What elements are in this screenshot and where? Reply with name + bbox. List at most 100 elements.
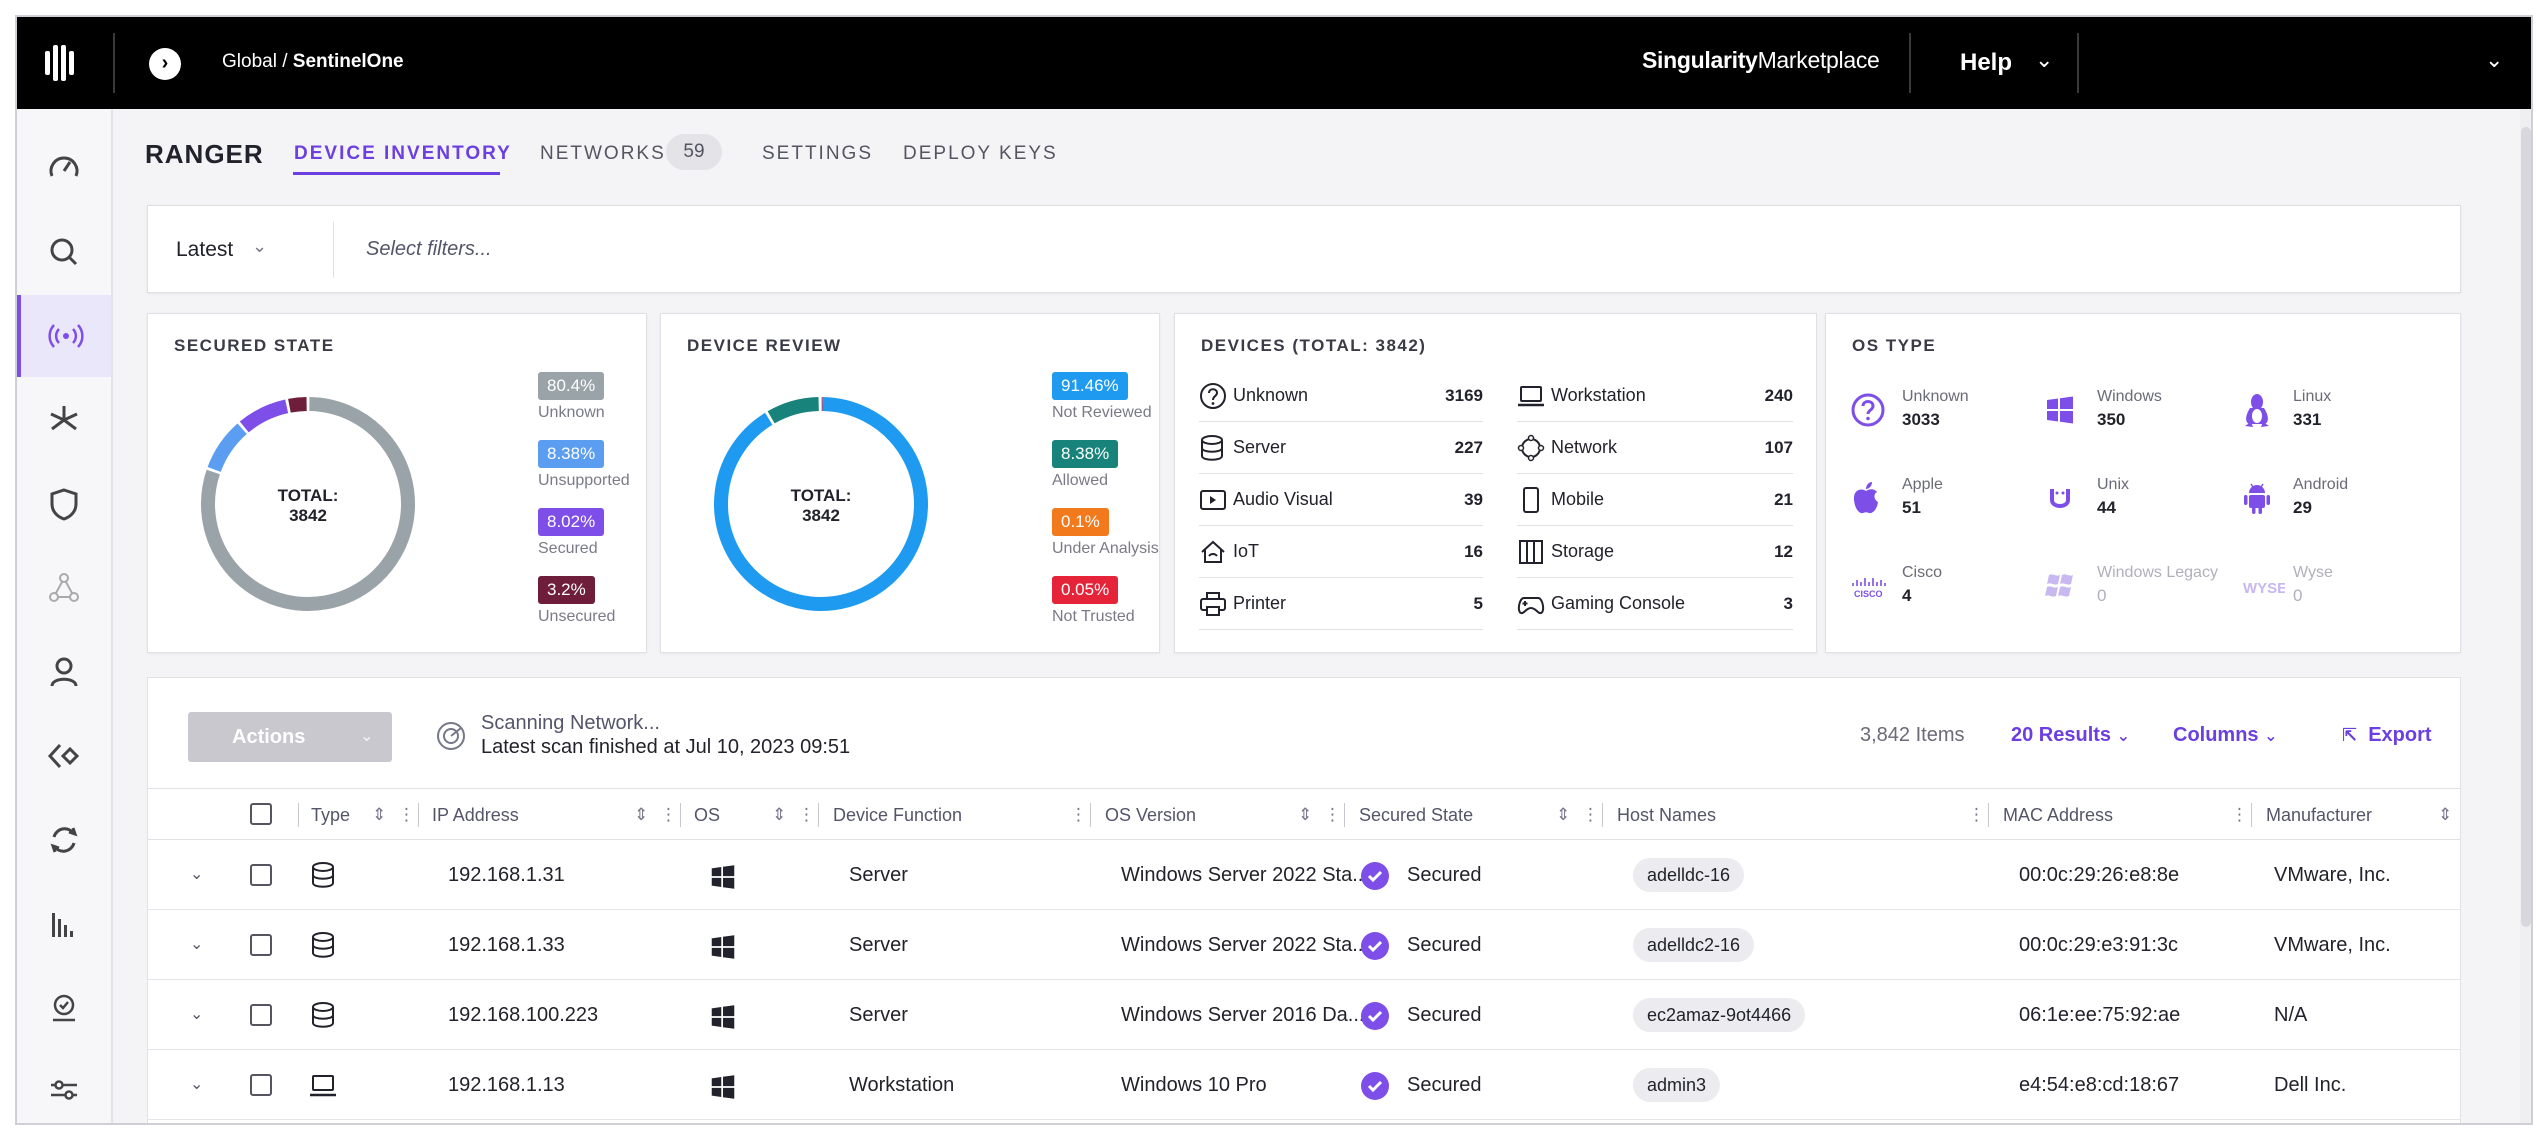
column-menu-icon[interactable]: ⋮: [1968, 789, 1985, 841]
column-menu-icon[interactable]: ⋮: [798, 789, 815, 841]
sort-icon[interactable]: ⇕: [634, 789, 648, 841]
column-header-secured-state[interactable]: Secured State: [1359, 789, 1473, 841]
column-menu-icon[interactable]: ⋮: [2231, 789, 2248, 841]
sort-icon[interactable]: ⇕: [2438, 789, 2452, 841]
host-name-badge[interactable]: adelldc2-16: [1633, 928, 1755, 962]
sidebar-item-reports[interactable]: [17, 883, 111, 965]
column-menu-icon[interactable]: ⋮: [1070, 789, 1087, 841]
donut-segment-allowed[interactable]: [767, 397, 820, 424]
device-type-storage[interactable]: Storage 12: [1517, 526, 1793, 578]
tab-networks[interactable]: NETWORKS: [540, 143, 666, 165]
sidebar-item-identity[interactable]: [17, 631, 111, 713]
legend-under-analysis[interactable]: 0.1% Under Analysis: [1052, 508, 1159, 558]
sidebar-item-ranger[interactable]: [17, 295, 111, 377]
chevron-down-icon[interactable]: ⌄: [190, 980, 203, 1050]
results-per-page-dropdown[interactable]: 20 Results ⌄: [2011, 724, 2130, 747]
device-type-audio-visual[interactable]: Audio Visual 39: [1199, 474, 1483, 526]
tab-settings[interactable]: SETTINGS: [762, 143, 873, 165]
sort-icon[interactable]: ⇕: [1298, 789, 1312, 841]
chevron-down-icon[interactable]: ⌄: [190, 910, 203, 980]
chevron-down-icon[interactable]: ⌄: [190, 840, 203, 910]
os-android[interactable]: Android 29: [2241, 474, 2348, 522]
columns-dropdown[interactable]: Columns ⌄: [2173, 724, 2278, 747]
row-checkbox[interactable]: [250, 1004, 272, 1026]
device-type-network[interactable]: Network 107: [1517, 422, 1793, 474]
os-linux[interactable]: Linux 331: [2241, 386, 2331, 434]
legend-unsecured[interactable]: 3.2% Unsecured: [538, 576, 615, 626]
os-cisco[interactable]: CISCO Cisco 4: [1850, 562, 1942, 610]
chevron-down-icon[interactable]: ⌄: [252, 236, 267, 257]
breadcrumb-scope[interactable]: Global: [222, 51, 277, 72]
os-windows[interactable]: Windows 350: [2045, 386, 2162, 434]
sidebar-item-sync[interactable]: [17, 799, 111, 881]
sidebar-item-integrations[interactable]: [17, 715, 111, 797]
donut-segment-unsupported[interactable]: [207, 423, 247, 473]
column-header-type[interactable]: Type: [311, 789, 350, 841]
table-row[interactable]: ⌄ 192.168.1.13 Workstation Windows 10 Pr…: [148, 1050, 2460, 1120]
help-menu[interactable]: Help: [1960, 49, 2012, 77]
tab-device-inventory[interactable]: DEVICE INVENTORY: [294, 143, 512, 165]
ip-address[interactable]: 192.168.1.13: [448, 1050, 565, 1120]
os-wyse[interactable]: WYSE Wyse 0: [2241, 562, 2333, 610]
row-checkbox[interactable]: [250, 1074, 272, 1096]
ip-address[interactable]: 192.168.1.33: [448, 910, 565, 980]
donut-segment-secured[interactable]: [239, 399, 289, 433]
column-header-os[interactable]: OS: [694, 789, 720, 841]
sidebar-item-policies[interactable]: [17, 463, 111, 545]
sort-icon[interactable]: ⇕: [772, 789, 786, 841]
sidebar-item-dashboard[interactable]: [17, 127, 111, 209]
device-type-gaming-console[interactable]: Gaming Console 3: [1517, 578, 1793, 630]
device-type-workstation[interactable]: Workstation 240: [1517, 370, 1793, 422]
device-type-mobile[interactable]: Mobile 21: [1517, 474, 1793, 526]
donut-segment-unsecured[interactable]: [288, 397, 307, 413]
latest-dropdown[interactable]: Latest: [176, 238, 233, 262]
scope-expand-button[interactable]: ›: [149, 48, 181, 80]
sidebar-item-search[interactable]: [17, 211, 111, 293]
legend-secured[interactable]: 8.02% Secured: [538, 508, 605, 558]
actions-button[interactable]: Actions ⌄: [188, 712, 392, 762]
legend-unknown[interactable]: 80.4% Unknown: [538, 372, 605, 422]
column-header-mac-address[interactable]: MAC Address: [2003, 789, 2113, 841]
row-checkbox[interactable]: [250, 864, 272, 886]
chevron-down-icon[interactable]: ⌄: [2035, 47, 2053, 73]
column-header-os-version[interactable]: OS Version: [1105, 789, 1196, 841]
ip-address[interactable]: 192.168.1.31: [448, 840, 565, 910]
sidebar-item-sentinels[interactable]: [17, 379, 111, 461]
device-type-server[interactable]: Server 227: [1199, 422, 1483, 474]
sidebar-item-activity[interactable]: [17, 967, 111, 1049]
os-unix[interactable]: Unix 44: [2045, 474, 2129, 522]
host-name-badge[interactable]: adelldc-16: [1633, 858, 1745, 892]
column-header-ip-address[interactable]: IP Address: [432, 789, 519, 841]
legend-not-trusted[interactable]: 0.05% Not Trusted: [1052, 576, 1135, 626]
device-type-unknown[interactable]: Unknown 3169: [1199, 370, 1483, 422]
sidebar-item-graph[interactable]: [17, 547, 111, 629]
legend-unsupported[interactable]: 8.38% Unsupported: [538, 440, 630, 490]
device-type-printer[interactable]: Printer 5: [1199, 578, 1483, 630]
legend-not-reviewed[interactable]: 91.46% Not Reviewed: [1052, 372, 1152, 422]
host-name-badge[interactable]: admin3: [1633, 1068, 1721, 1102]
column-menu-icon[interactable]: ⋮: [398, 789, 415, 841]
table-row[interactable]: ⌄ 192.168.100.223 Server Windows Server …: [148, 980, 2460, 1050]
column-header-device-function[interactable]: Device Function: [833, 789, 962, 841]
export-button[interactable]: ⇱ Export: [2342, 724, 2432, 747]
singularity-marketplace-link[interactable]: SingularityMarketplace: [1642, 47, 1880, 74]
ip-address[interactable]: 192.168.100.223: [448, 980, 598, 1050]
column-menu-icon[interactable]: ⋮: [1324, 789, 1341, 841]
scrollbar-thumb[interactable]: [2521, 127, 2531, 927]
select-all-checkbox[interactable]: [250, 803, 272, 825]
sort-icon[interactable]: ⇕: [1556, 789, 1570, 841]
column-menu-icon[interactable]: ⋮: [660, 789, 677, 841]
table-row[interactable]: ⌄ 192.168.1.33 Server Windows Server 202…: [148, 910, 2460, 980]
column-menu-icon[interactable]: ⋮: [1582, 789, 1599, 841]
os-apple[interactable]: Apple 51: [1850, 474, 1943, 522]
os-unknown[interactable]: Unknown 3033: [1850, 386, 1969, 434]
chevron-down-icon[interactable]: ⌄: [190, 1050, 203, 1120]
breadcrumb-site[interactable]: SentinelOne: [293, 51, 404, 72]
breadcrumb[interactable]: Global / SentinelOne: [222, 51, 404, 73]
table-row[interactable]: ⌄ 192.168.1.31 Server Windows Server 202…: [148, 840, 2460, 910]
legend-allowed[interactable]: 8.38% Allowed: [1052, 440, 1119, 490]
column-header-host-names[interactable]: Host Names: [1617, 789, 1716, 841]
device-type-iot[interactable]: IoT 16: [1199, 526, 1483, 578]
sidebar-item-settings[interactable]: [17, 1049, 111, 1123]
chevron-down-icon[interactable]: ⌄: [2485, 47, 2503, 73]
